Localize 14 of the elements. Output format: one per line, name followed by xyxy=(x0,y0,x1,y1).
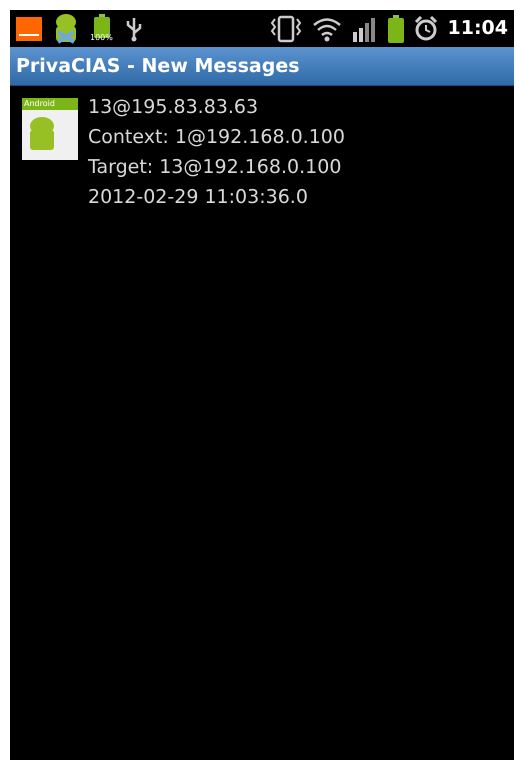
vibrate-icon xyxy=(270,14,302,42)
wifi-icon xyxy=(312,16,342,42)
usb-icon xyxy=(126,16,142,42)
alarm-clock-icon xyxy=(414,16,438,42)
message-line: 2012-02-29 11:03:36.0 xyxy=(88,185,309,210)
signal-icon xyxy=(352,16,378,42)
message-line: 13@195.83.83.63 xyxy=(88,95,260,120)
carrier-logo-icon xyxy=(16,16,42,40)
app-icon-label: Android xyxy=(22,98,78,110)
window-title: PrivaCIAS - New Messages xyxy=(16,54,300,79)
clock-time: 11:04 xyxy=(448,16,508,42)
message-line: Target: 13@192.168.0.100 xyxy=(88,155,342,180)
battery-icon xyxy=(388,14,404,42)
message-line: Context: 1@192.168.0.100 xyxy=(88,125,345,150)
